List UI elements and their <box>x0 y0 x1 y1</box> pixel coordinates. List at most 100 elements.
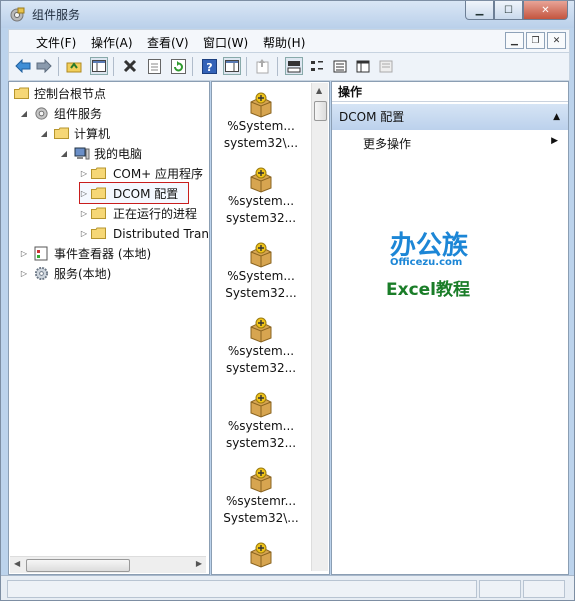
more-actions-item[interactable]: 更多操作 <box>363 135 411 152</box>
item-path: system32... <box>225 211 297 225</box>
toolbar-separator <box>277 57 278 76</box>
help-button[interactable]: ? <box>200 57 218 75</box>
collapsed-triangle-icon[interactable]: ▷ <box>79 185 89 203</box>
scroll-thumb[interactable] <box>314 101 327 121</box>
back-arrow-icon <box>15 59 31 73</box>
folder-icon <box>91 227 106 239</box>
refresh-button[interactable] <box>169 57 187 75</box>
toolbar-separator <box>58 57 59 76</box>
collapsed-triangle-icon[interactable]: ▷ <box>79 165 89 183</box>
view-list-button[interactable] <box>331 57 349 75</box>
toolbar: ? <box>8 53 570 81</box>
list-item[interactable]: %System... System32... <box>212 240 310 302</box>
forward-button[interactable] <box>35 57 53 75</box>
component-services-icon <box>10 7 25 22</box>
actions-section-dcom[interactable]: DCOM 配置 ▲ <box>332 104 568 130</box>
tree-label: DCOM 配置 <box>113 187 179 201</box>
expanded-triangle-icon[interactable]: ◢ <box>19 105 29 123</box>
scroll-left-icon[interactable]: ◀ <box>14 559 20 568</box>
toolbar-separator <box>192 57 193 76</box>
menu-view[interactable]: 查看(V) <box>147 34 189 51</box>
tree-label: 服务(本地) <box>54 267 112 281</box>
item-name: %System... <box>227 269 295 283</box>
status-bar <box>1 575 574 600</box>
show-hide-tree-button[interactable] <box>90 57 108 75</box>
folder-icon <box>54 127 69 139</box>
view-large-icons-button[interactable] <box>285 57 303 75</box>
properties-button[interactable] <box>145 57 163 75</box>
item-name: %system... <box>227 344 295 358</box>
tree-label: 计算机 <box>74 127 111 141</box>
view-details-button[interactable] <box>354 57 372 75</box>
item-path: system32... <box>225 361 297 375</box>
package-icon <box>250 317 272 343</box>
back-button[interactable] <box>14 57 32 75</box>
menu-action[interactable]: 操作(A) <box>91 34 133 51</box>
collapsed-triangle-icon[interactable]: ▷ <box>79 225 89 243</box>
package-icon <box>250 542 272 568</box>
collapsed-triangle-icon[interactable]: ▷ <box>19 245 29 263</box>
folder-up-icon <box>66 62 82 73</box>
scroll-up-icon[interactable]: ▲ <box>316 86 322 95</box>
tree-label: 组件服务 <box>54 107 103 121</box>
mdi-minimize-button[interactable]: ▁ <box>505 32 524 49</box>
list-item[interactable]: %system... system32... <box>212 165 310 227</box>
package-icon <box>250 167 272 193</box>
view-configure-button[interactable] <box>377 57 395 75</box>
title-bar[interactable]: 组件服务 ▁ ☐ ✕ <box>1 1 574 28</box>
tree-horizontal-scrollbar[interactable]: ◀ ▶ <box>10 556 206 573</box>
svg-text:?: ? <box>206 61 212 74</box>
collapse-up-icon[interactable]: ▲ <box>553 104 560 130</box>
large-icons-icon <box>287 60 301 72</box>
minimize-icon: ▁ <box>475 4 484 16</box>
mdi-controls: ▁ ❐ ✕ <box>505 32 566 49</box>
component-services-window: 组件服务 ▁ ☐ ✕ 文件(F) 操作(A) 查看(V) 窗口(W) 帮助(H)… <box>0 0 575 601</box>
console-tree-icon <box>92 60 106 72</box>
submenu-arrow-icon: ▶ <box>551 136 558 146</box>
view-small-icons-button[interactable] <box>308 57 326 75</box>
collapsed-triangle-icon[interactable]: ▷ <box>79 205 89 223</box>
list-item[interactable]: %systemr... System32\... <box>212 465 310 527</box>
expanded-triangle-icon[interactable]: ◢ <box>39 125 49 143</box>
mdi-restore-button[interactable]: ❐ <box>526 32 545 49</box>
expanded-triangle-icon[interactable]: ◢ <box>59 145 69 163</box>
scroll-right-icon[interactable]: ▶ <box>196 559 202 568</box>
results-vertical-scrollbar[interactable]: ▲ <box>311 83 328 571</box>
tree-label: 事件查看器 (本地) <box>54 247 152 261</box>
menu-bar: 文件(F) 操作(A) 查看(V) 窗口(W) 帮助(H) ▁ ❐ ✕ <box>8 29 570 53</box>
collapsed-triangle-icon[interactable]: ▷ <box>19 265 29 283</box>
minimize-button[interactable]: ▁ <box>465 1 494 20</box>
up-level-button[interactable] <box>65 57 83 75</box>
close-button[interactable]: ✕ <box>523 1 568 20</box>
package-icon <box>250 467 272 493</box>
delete-button[interactable] <box>121 57 139 75</box>
list-item[interactable]: %system... system32... <box>212 315 310 377</box>
status-section <box>523 580 565 598</box>
list-item[interactable]: %system... system32... <box>212 390 310 452</box>
item-path: System32\... <box>223 511 299 525</box>
mdi-close-button[interactable]: ✕ <box>547 32 566 49</box>
item-name: %system... <box>227 194 295 208</box>
help-icon: ? <box>201 58 217 74</box>
menu-file[interactable]: 文件(F) <box>36 34 76 51</box>
export-list-button[interactable] <box>253 57 271 75</box>
package-icon <box>250 242 272 268</box>
show-hide-action-pane-button[interactable] <box>223 57 241 75</box>
list-item[interactable]: %System... system32\... <box>212 90 310 152</box>
menu-help[interactable]: 帮助(H) <box>263 34 305 51</box>
list-item[interactable] <box>212 540 310 568</box>
watermark-tagline: Excel教程 <box>386 280 471 300</box>
item-name: %System... <box>227 119 295 133</box>
results-pane: %System... system32\... %system... syste… <box>211 81 330 575</box>
export-list-icon <box>256 58 269 73</box>
menu-window[interactable]: 窗口(W) <box>203 34 248 51</box>
tree-label: 控制台根节点 <box>34 87 107 101</box>
scroll-thumb[interactable] <box>26 559 130 572</box>
folder-icon <box>91 207 106 219</box>
close-icon: ✕ <box>541 4 550 16</box>
actions-section-label: DCOM 配置 <box>339 110 405 124</box>
action-pane-icon <box>225 60 239 72</box>
maximize-button[interactable]: ☐ <box>494 1 523 20</box>
actions-header: 操作 <box>332 82 568 102</box>
status-section-main <box>7 580 477 598</box>
